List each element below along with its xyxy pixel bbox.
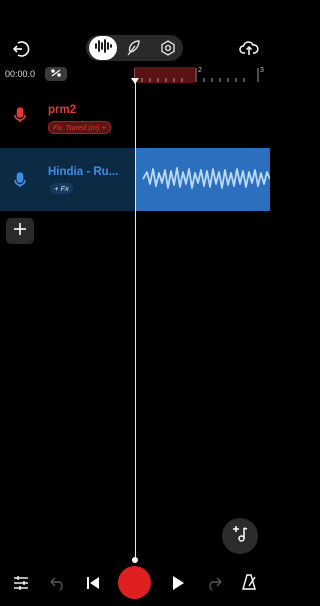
playhead-line[interactable] bbox=[134, 78, 136, 560]
playhead-marker[interactable] bbox=[131, 78, 139, 84]
ruler-tick-label: 2 bbox=[198, 67, 202, 74]
skip-back-icon[interactable] bbox=[82, 572, 104, 594]
track-1-name[interactable]: prm2 bbox=[48, 104, 76, 116]
snap-icon bbox=[50, 65, 62, 83]
record-button[interactable] bbox=[118, 566, 151, 599]
time-display: 00:00.0 bbox=[5, 69, 36, 79]
settings-hex-icon[interactable] bbox=[157, 37, 179, 59]
add-music-button[interactable] bbox=[222, 518, 258, 554]
mode-waveform-tab[interactable] bbox=[89, 36, 117, 60]
redo-icon[interactable] bbox=[203, 572, 225, 594]
track-2-name[interactable]: Hindia - Ru... bbox=[48, 166, 118, 178]
feather-icon[interactable] bbox=[123, 37, 143, 59]
playhead-handle[interactable] bbox=[132, 557, 138, 563]
mixer-icon[interactable] bbox=[10, 572, 32, 594]
snap-toggle[interactable] bbox=[45, 67, 67, 81]
metronome-icon[interactable] bbox=[238, 571, 260, 593]
track-1-fx-badge[interactable]: Fx: Tuned (m) + bbox=[48, 121, 111, 134]
undo-icon[interactable] bbox=[47, 572, 69, 594]
exit-icon[interactable] bbox=[10, 38, 32, 60]
waveform-icon bbox=[94, 38, 112, 58]
ruler-tick-label: 3 bbox=[260, 67, 264, 74]
plus-icon bbox=[13, 222, 27, 241]
play-icon[interactable] bbox=[167, 572, 189, 594]
add-track-button[interactable] bbox=[6, 218, 34, 244]
cloud-upload-icon[interactable] bbox=[237, 37, 261, 59]
track-1-mic-icon[interactable] bbox=[10, 104, 30, 126]
music-note-plus-icon bbox=[231, 525, 249, 548]
timeline-ruler[interactable] bbox=[134, 66, 270, 84]
track-2-waveform bbox=[142, 167, 270, 189]
track-2-mic-icon[interactable] bbox=[10, 169, 30, 191]
track-2-fx-badge[interactable]: + Fx bbox=[50, 183, 73, 194]
